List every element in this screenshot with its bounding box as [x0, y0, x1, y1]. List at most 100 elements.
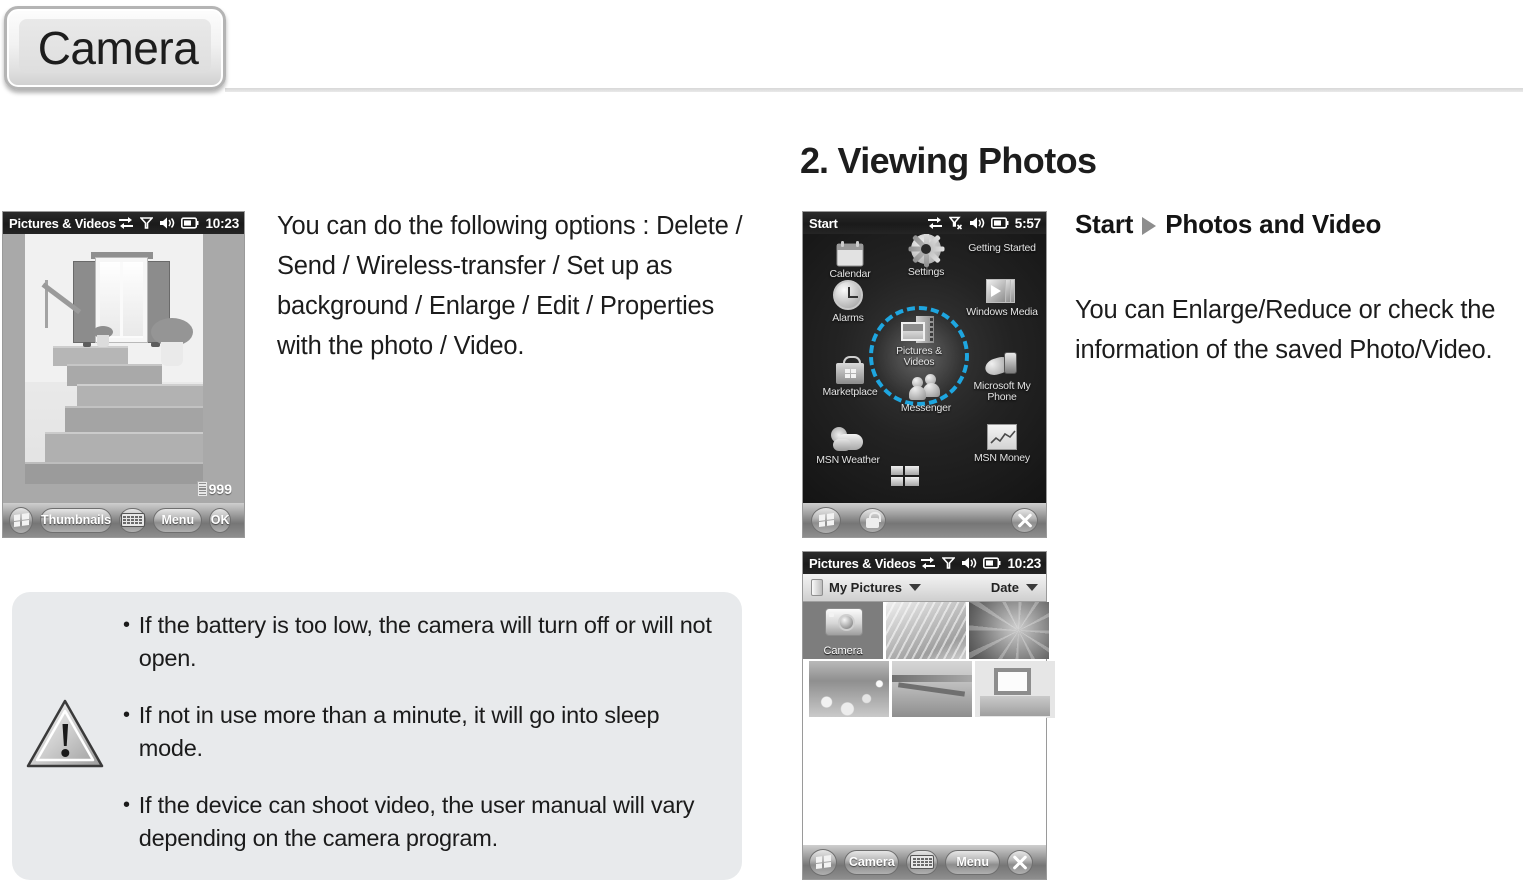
tile-label: Settings [907, 266, 945, 278]
gallery-thumbnail-grid: Camera [803, 602, 1055, 718]
gallery-cell-thumbnail[interactable] [892, 661, 972, 718]
media-player-icon [986, 278, 1018, 304]
tile-label: MSN Weather [816, 454, 880, 466]
note-item-text: If the device can shoot video, the user … [138, 792, 695, 851]
gear-icon [908, 234, 944, 267]
tile-windows-media[interactable]: Windows Media [963, 278, 1041, 318]
tile-msn-weather[interactable]: MSN Weather [809, 426, 887, 466]
weather-cloud-icon [831, 426, 865, 452]
gallery-toolbar: My Pictures Date [803, 574, 1046, 602]
tile-pictures-videos[interactable]: Pictures & Videos [880, 316, 958, 368]
note-list-item: • If the battery is too low, the camera … [123, 609, 723, 675]
note-item-text: If not in use more than a minute, it wil… [138, 702, 660, 761]
displayed-photo[interactable] [25, 234, 203, 484]
battery-icon [181, 217, 199, 229]
chapter-tab: Camera [4, 6, 226, 90]
photo-counter-badge: 999 [196, 481, 232, 497]
menu-button[interactable]: Menu [945, 849, 1001, 875]
start-button[interactable] [811, 506, 841, 534]
camera-button[interactable]: Camera [844, 849, 900, 875]
viewer-statusbar-icons: 10:23 [118, 216, 239, 231]
tile-my-phone[interactable]: Microsoft My Phone [963, 352, 1041, 403]
tile-label: Messenger [900, 402, 952, 414]
clock-icon [833, 280, 863, 310]
no-signal-icon [948, 216, 962, 230]
folder-selector-label[interactable]: My Pictures [829, 580, 902, 595]
start-softkey-bar [803, 503, 1046, 537]
path-target-label: Photos and Video [1165, 209, 1382, 239]
sync-icon [921, 557, 936, 569]
pictures-videos-icon [901, 316, 937, 343]
ok-button[interactable]: OK [209, 507, 231, 533]
gallery-cell-thumbnail[interactable] [809, 661, 889, 718]
stock-chart-icon [987, 424, 1017, 450]
viewer-softkey-bar: Thumbnails Menu OK [3, 503, 244, 537]
tile-label: Alarms [832, 312, 864, 324]
chevron-down-icon[interactable] [1026, 584, 1038, 591]
bullet-icon: • [123, 794, 130, 816]
close-icon [1013, 508, 1037, 532]
viewer-clock: 10:23 [205, 215, 239, 231]
chevron-down-icon[interactable] [908, 584, 921, 591]
tile-marketplace[interactable]: Marketplace [811, 356, 889, 398]
speaker-icon [962, 557, 977, 569]
lock-button[interactable] [859, 507, 886, 533]
start-menu-screenshot: Start 5:57 Calendar Settings Getting Sta… [802, 211, 1047, 538]
windows-flag-icon [13, 512, 29, 527]
close-button[interactable] [1007, 849, 1034, 875]
film-strip-icon [196, 481, 208, 497]
signal-icon [942, 557, 956, 569]
start-button[interactable] [9, 506, 34, 534]
tile-calendar[interactable]: Calendar [811, 240, 889, 280]
tile-getting-started[interactable]: Getting Started [963, 242, 1041, 254]
tile-label: Getting Started [968, 242, 1036, 254]
folder-icon [811, 579, 823, 596]
tile-label: Calendar [829, 268, 871, 280]
thumbnails-button[interactable]: Thumbnails [40, 507, 113, 533]
start-statusbar: Start 5:57 [803, 212, 1046, 234]
close-icon [1008, 850, 1032, 874]
navigation-path: Start Photos and Video [1075, 209, 1523, 240]
close-button[interactable] [1011, 507, 1038, 533]
warning-triangle-icon [26, 699, 104, 768]
gallery-clock: 10:23 [1007, 555, 1041, 571]
people-icon [909, 374, 943, 400]
leaf-thumbnail-image [969, 602, 1049, 659]
gallery-cell-thumbnail[interactable] [886, 602, 966, 659]
flowers-thumbnail-image [809, 661, 889, 718]
keyboard-button[interactable] [119, 507, 147, 533]
tile-alarms[interactable]: Alarms [809, 280, 887, 324]
tile-settings[interactable]: Settings [887, 234, 965, 278]
keyboard-button[interactable] [906, 849, 939, 875]
sort-selector-label[interactable]: Date [991, 580, 1019, 595]
tile-label: Windows Media [966, 306, 1038, 318]
bullet-icon: • [123, 614, 130, 636]
tile-label: Microsoft My Phone [973, 380, 1031, 403]
menu-button[interactable]: Menu [153, 507, 203, 533]
tile-messenger[interactable]: Messenger [887, 374, 965, 414]
gallery-cell-camera[interactable]: Camera [803, 602, 883, 659]
sync-icon [119, 217, 134, 229]
tile-msn-money[interactable]: MSN Money [963, 424, 1041, 464]
right-description-text: You can Enlarge/Reduce or check the info… [1075, 296, 1496, 364]
tile-label: MSN Money [974, 452, 1030, 464]
lock-icon [866, 512, 881, 528]
path-start-label: Start [1075, 209, 1134, 239]
gallery-cell-thumbnail[interactable] [975, 661, 1055, 718]
viewer-photo-area[interactable]: 999 [3, 234, 244, 503]
left-description-text: You can do the following options : Delet… [277, 212, 743, 360]
grass-thumbnail-image [886, 602, 966, 659]
header-divider [225, 88, 1523, 92]
start-statusbar-icons: 5:57 [927, 216, 1041, 231]
section-number: 2. [800, 140, 829, 181]
gallery-statusbar-title: Pictures & Videos [809, 555, 916, 571]
gallery-cell-thumbnail[interactable] [969, 602, 1049, 659]
start-button[interactable] [809, 848, 838, 876]
house-thumbnail-image [975, 661, 1055, 718]
note-list-item: • If the device can shoot video, the use… [123, 789, 723, 855]
windows-flag-icon [815, 854, 831, 869]
bullet-icon: • [123, 704, 130, 726]
section-heading: 2. Viewing Photos [800, 140, 1097, 182]
photo-counter-value: 999 [208, 481, 232, 497]
tile-label: Pictures & Videos [896, 345, 942, 368]
